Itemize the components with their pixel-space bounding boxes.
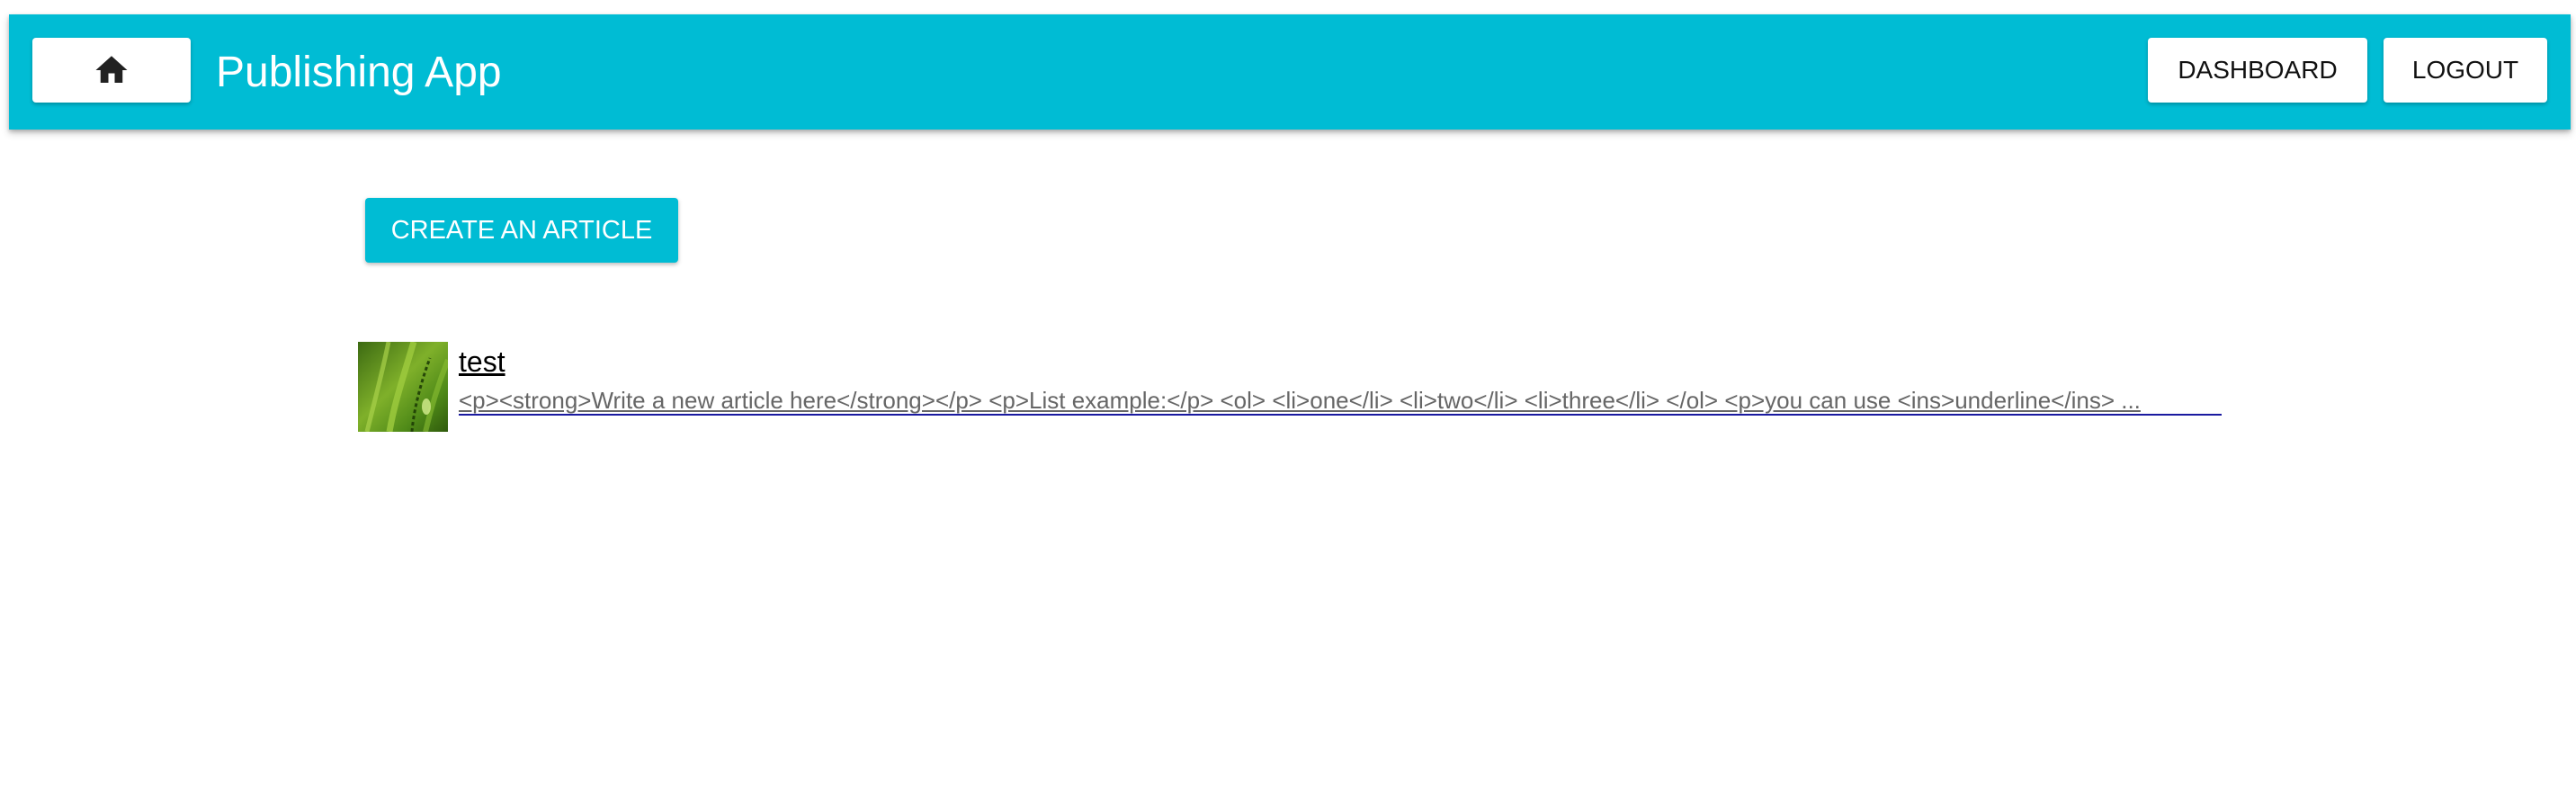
article-list-item[interactable]: test <p><strong>Write a new article here… bbox=[358, 342, 2247, 434]
app-title: Publishing App bbox=[216, 48, 502, 96]
logout-button[interactable]: LOGOUT bbox=[2384, 38, 2547, 103]
article-thumbnail bbox=[358, 342, 448, 432]
create-article-button[interactable]: CREATE AN ARTICLE bbox=[365, 198, 678, 263]
article-title[interactable]: test bbox=[459, 345, 505, 379]
home-button[interactable] bbox=[32, 38, 191, 103]
page: Publishing App DASHBOARD LOGOUT CREATE A… bbox=[0, 0, 2576, 788]
excerpt-link-underline bbox=[459, 414, 2222, 416]
dashboard-button[interactable]: DASHBOARD bbox=[2148, 38, 2367, 103]
article-excerpt[interactable]: <p><strong>Write a new article here</str… bbox=[459, 387, 2222, 415]
home-icon bbox=[93, 51, 130, 89]
app-bar: Publishing App DASHBOARD LOGOUT bbox=[9, 14, 2571, 130]
